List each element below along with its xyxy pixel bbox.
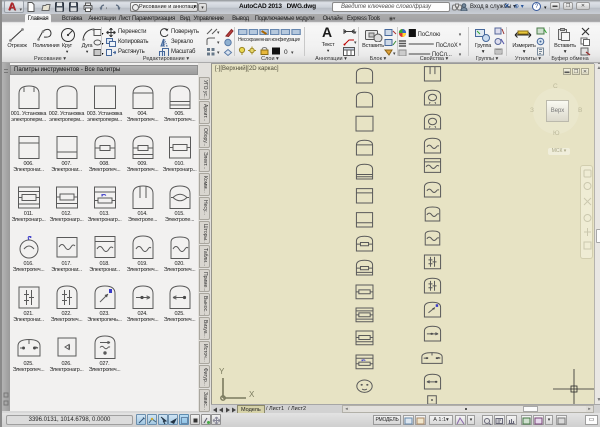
svg-text:X: X bbox=[249, 390, 255, 399]
svg-text:▾: ▾ bbox=[354, 40, 357, 46]
svg-text:ПоСлоХ: ПоСлоХ bbox=[436, 42, 458, 49]
svg-text:▾: ▾ bbox=[106, 6, 107, 12]
svg-text:▾: ▾ bbox=[459, 43, 462, 48]
svg-text:ПоСлою: ПоСлою bbox=[418, 31, 441, 38]
svg-text:▾: ▾ bbox=[217, 30, 220, 36]
svg-text:▾: ▾ bbox=[217, 40, 220, 46]
svg-text:0: 0 bbox=[284, 49, 288, 56]
svg-text:▾: ▾ bbox=[459, 33, 462, 38]
svg-text:▾: ▾ bbox=[354, 30, 357, 36]
svg-text:Y: Y bbox=[219, 367, 225, 376]
